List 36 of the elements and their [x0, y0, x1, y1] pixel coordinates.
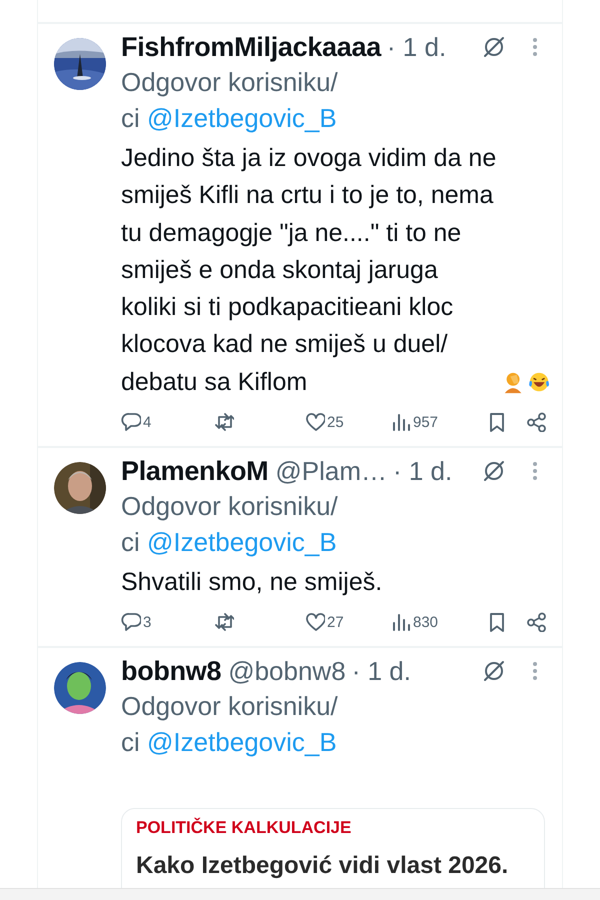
post-time[interactable]: · 1 d.	[352, 656, 411, 687]
user-handle[interactable]: @bobnw8	[228, 656, 346, 687]
post-time[interactable]: · 1 d.	[386, 32, 446, 62]
heart-count: 25	[327, 414, 344, 431]
user-handle[interactable]: @Plam…	[275, 456, 387, 487]
views-count: 957	[413, 414, 438, 431]
card-title: Kako Izetbegović vidi vlast 2026.	[136, 851, 510, 882]
heart-count: 27	[327, 614, 344, 631]
user-name[interactable]: FishfromMiljackaaaa	[121, 32, 381, 62]
views-icon[interactable]	[391, 612, 411, 632]
views-icon[interactable]	[391, 412, 411, 432]
reply-context: Odgovor korisniku/ci @Izetbegovic_B	[121, 66, 339, 135]
share-icon[interactable]	[526, 612, 546, 632]
bookmark-icon[interactable]	[487, 412, 507, 432]
reply-icon[interactable]	[121, 412, 141, 432]
post-time[interactable]: · 1 d.	[392, 456, 452, 487]
grok-icon[interactable]	[482, 35, 506, 59]
post-text: Shvatili smo, ne smiješ.	[121, 567, 384, 598]
reply-count: 4	[143, 414, 152, 431]
card-kicker: POLITIČKE KALKULACIJE	[136, 817, 352, 840]
reply-count: 3	[143, 614, 152, 631]
heart-icon[interactable]	[305, 412, 325, 432]
heart-icon[interactable]	[305, 612, 325, 632]
post-text: Jedino šta ja iz ovoga vidim da ne smiješ Kifli na crtu i to je to, nema tu demagogje "ja ne...." ti to ne smiješ e onda skontaj jaruga koliki si ti podkapacitieani kloc klocova kad ne smiješ u duel/ debatu sa Kiflom	[121, 143, 498, 398]
repost-icon[interactable]	[214, 412, 234, 432]
reply-context: Odgovor korisniku/ci @Izetbegovic_B	[121, 490, 339, 560]
grok-icon[interactable]	[482, 659, 506, 684]
user-name[interactable]: bobnw8	[121, 656, 222, 687]
user-name[interactable]: PlamenkoM	[121, 456, 268, 487]
repost-icon[interactable]	[214, 612, 234, 632]
bookmark-icon[interactable]	[487, 612, 507, 632]
reply-context: Odgovor korisniku/ci @Izetbegovic_B	[121, 690, 339, 760]
views-count: 830	[413, 614, 438, 631]
reply-icon[interactable]	[121, 612, 141, 632]
grok-icon[interactable]	[482, 459, 506, 484]
share-icon[interactable]	[526, 412, 546, 432]
